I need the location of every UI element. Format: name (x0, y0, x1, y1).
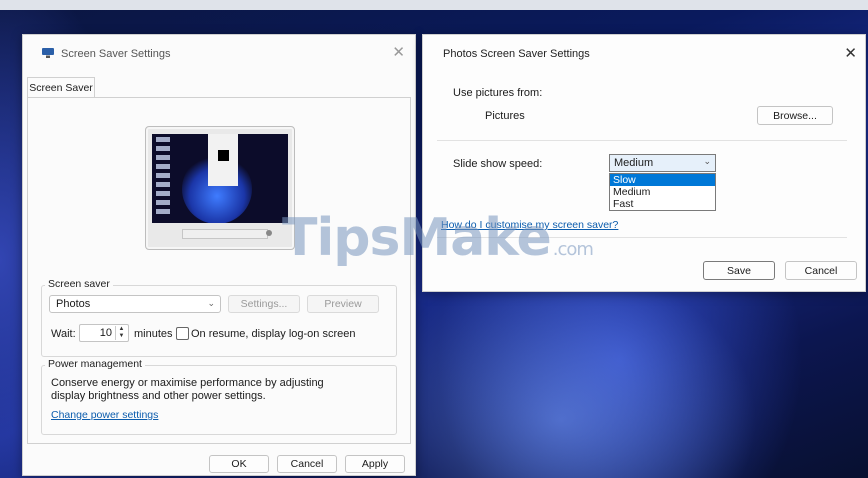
power-description: Conserve energy or maximise performance … (51, 377, 324, 402)
settings-button[interactable]: Settings... (228, 295, 300, 313)
speed-dropdown-list: Slow Medium Fast (609, 173, 716, 211)
power-led-icon (266, 230, 272, 236)
browse-button-label: Browse... (773, 109, 817, 122)
customise-help-link[interactable]: How do I customise my screen saver? (441, 219, 618, 231)
wait-value: 10 (99, 327, 112, 339)
speed-option-medium[interactable]: Medium (610, 186, 715, 198)
wait-stepper[interactable]: 10 ▲ ▼ (79, 324, 129, 342)
screen-saver-group-legend: Screen saver (45, 278, 113, 290)
screen-saver-app-icon (42, 48, 54, 58)
speed-option-slow[interactable]: Slow (610, 174, 715, 186)
apply-button-label: Apply (361, 458, 389, 470)
apply-button[interactable]: Apply (345, 455, 405, 473)
power-management-legend: Power management (45, 358, 145, 370)
preview-desktop-icons (156, 137, 170, 217)
screen-saver-select[interactable]: Photos ⌄ (49, 295, 221, 313)
browse-button[interactable]: Browse... (757, 106, 833, 125)
top-strip (0, 0, 868, 10)
divider (437, 237, 847, 238)
preview-screen (152, 134, 288, 223)
ok-button-label: OK (231, 458, 247, 470)
monitor-base (182, 229, 268, 239)
ok-button[interactable]: OK (209, 455, 269, 473)
close-icon[interactable]: ✕ (392, 45, 405, 60)
minutes-label: minutes (134, 328, 173, 340)
save-button-label: Save (727, 264, 751, 277)
stepper-arrows-icon[interactable]: ▲ ▼ (115, 326, 127, 340)
photos-cancel-button[interactable]: Cancel (785, 261, 857, 280)
speed-select-value: Medium (614, 157, 654, 169)
settings-button-label: Settings... (240, 298, 288, 310)
preview-window-black (218, 150, 229, 161)
chevron-down-icon: ⌄ (703, 156, 711, 166)
use-pictures-label: Use pictures from: (453, 87, 543, 99)
photos-dialog-title: Photos Screen Saver Settings (443, 48, 590, 60)
slide-show-speed-label: Slide show speed: (453, 158, 543, 170)
speed-option-fast[interactable]: Fast (610, 198, 715, 210)
dialog-title: Screen Saver Settings (61, 48, 171, 60)
pictures-folder-value: Pictures (485, 110, 525, 122)
preview-button[interactable]: Preview (307, 295, 379, 313)
tab-screen-saver[interactable]: Screen Saver (27, 77, 95, 98)
wait-label: Wait: (51, 328, 76, 340)
screen-saver-settings-dialog: Screen Saver Settings ✕ Screen Saver Scr… (22, 34, 416, 476)
chevron-down-icon: ⌄ (207, 298, 215, 308)
change-power-settings-link[interactable]: Change power settings (51, 409, 158, 421)
resume-label: On resume, display log-on screen (191, 328, 356, 340)
monitor-preview (145, 126, 295, 250)
screen-saver-select-value: Photos (56, 298, 91, 310)
photos-screen-saver-settings-dialog: Photos Screen Saver Settings ✕ Use pictu… (422, 34, 866, 292)
slide-show-speed-select[interactable]: Medium ⌄ (609, 154, 716, 172)
resume-checkbox[interactable] (176, 327, 189, 340)
close-icon[interactable]: ✕ (844, 46, 857, 61)
divider (437, 140, 847, 141)
photos-cancel-button-label: Cancel (804, 264, 838, 277)
preview-button-label: Preview (324, 298, 362, 310)
cancel-button[interactable]: Cancel (277, 455, 337, 473)
cancel-button-label: Cancel (290, 458, 324, 470)
save-button[interactable]: Save (703, 261, 775, 280)
tab-label: Screen Saver (29, 82, 93, 94)
